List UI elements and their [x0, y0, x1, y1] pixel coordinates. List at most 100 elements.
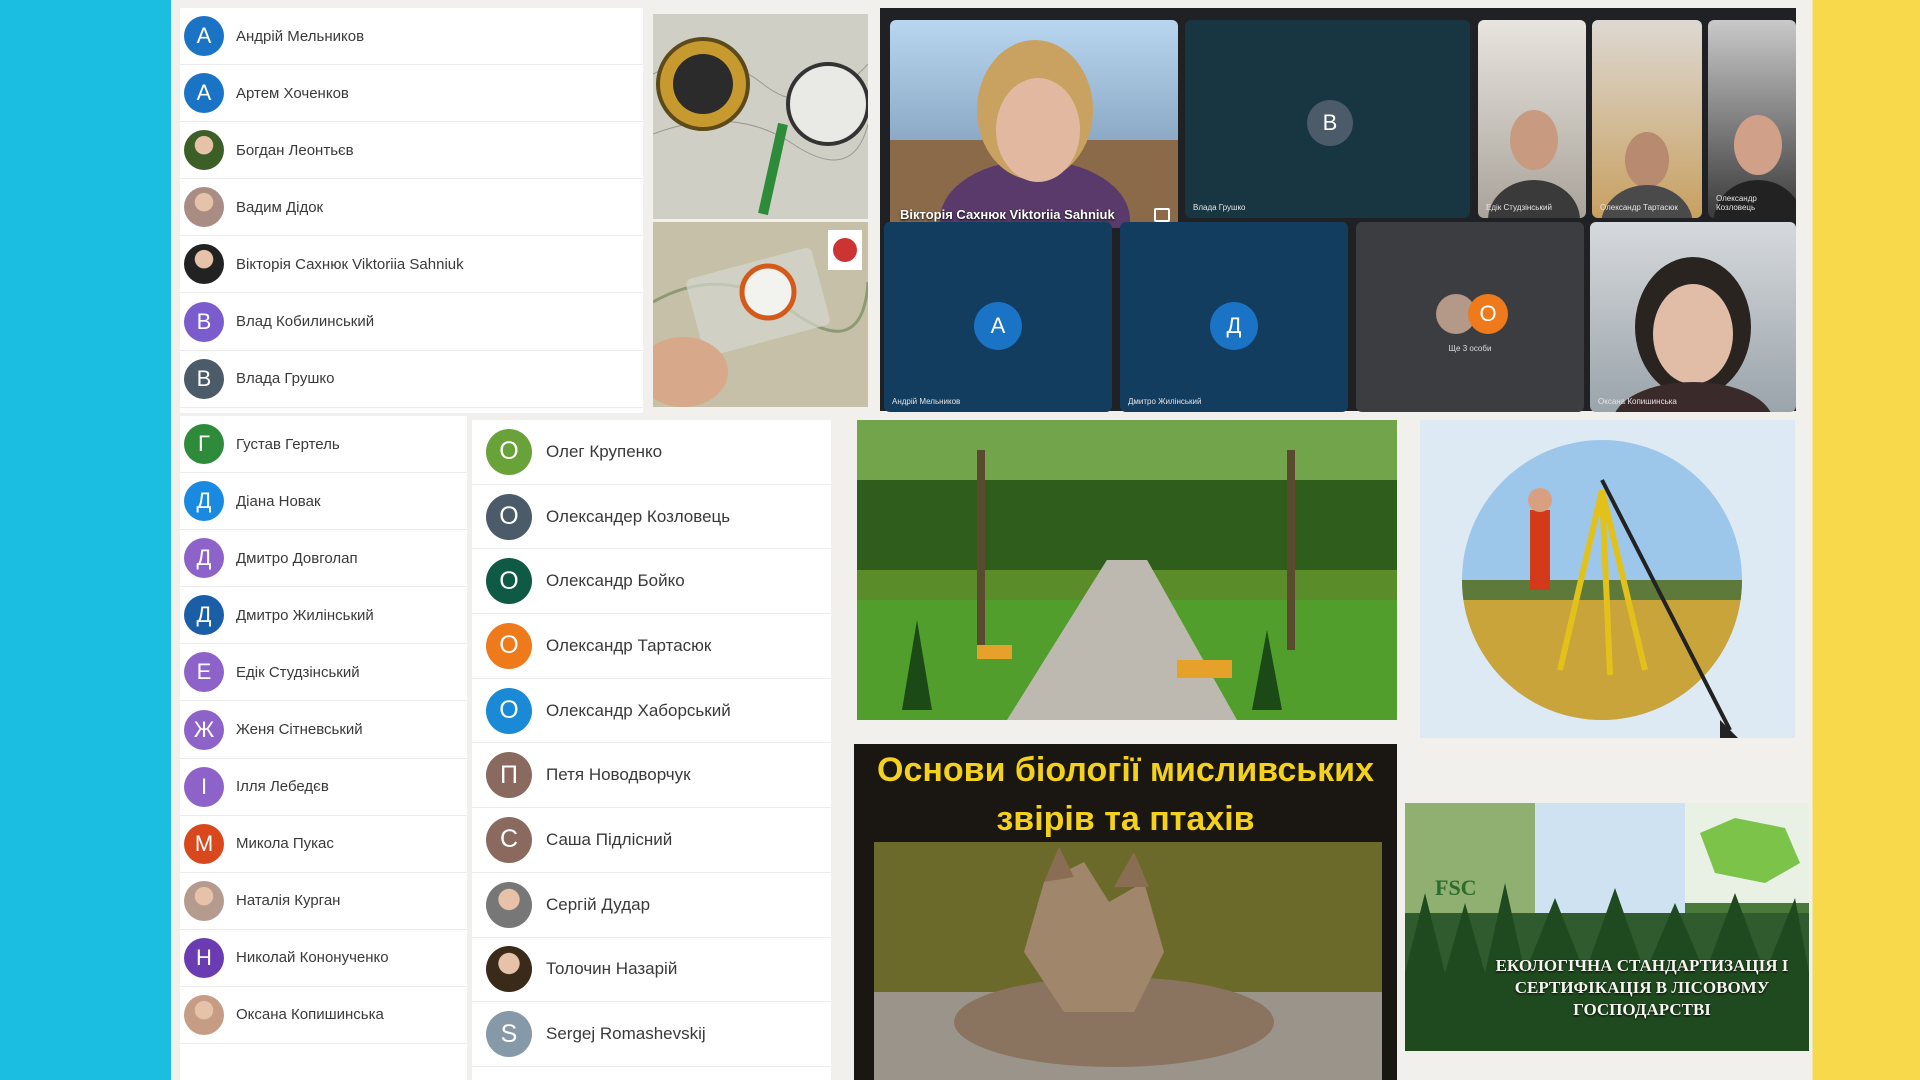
participant-name: Олександр Бойко: [546, 571, 685, 591]
participant-row[interactable]: Толочин Назарій: [472, 937, 831, 1003]
avatar-photo: [184, 244, 224, 285]
participant-row[interactable]: Г Густав Гертель: [180, 416, 467, 474]
avatar-photo: [184, 187, 224, 228]
participant-row[interactable]: Д Дмитро Жилінський: [180, 587, 467, 645]
avatar-initial: О: [486, 493, 532, 540]
participant-row[interactable]: Оксана Копишинська: [180, 986, 467, 1045]
avatar-photo: [486, 881, 532, 928]
participant-row[interactable]: Е Едік Студзінський: [180, 644, 467, 702]
participant-name: Богдан Леонтьєв: [236, 141, 354, 159]
participant-name: Влада Грушко: [236, 370, 335, 388]
avatar-initial: Д: [184, 481, 224, 522]
avatar-initial: Г: [184, 424, 224, 465]
participant-row[interactable]: С Саша Підлісний: [472, 808, 831, 873]
avatar-initial: Е: [184, 652, 224, 693]
participant-row[interactable]: І Ілля Лебедєв: [180, 758, 467, 816]
participant-row[interactable]: Вадим Дідок: [180, 179, 643, 237]
participant-name: Дмитро Довголап: [236, 549, 358, 567]
participant-row[interactable]: Ж Женя Сітневський: [180, 701, 467, 759]
video-meeting-grid: Вікторія Сахнюк Viktoriia Sahniuk В Влад…: [880, 8, 1796, 412]
compass-map-image: [653, 14, 868, 219]
participant-name: Олександр Хаборський: [546, 700, 731, 720]
avatar-initial: О: [486, 558, 532, 605]
fsc-banner-title: ЕКОЛОГІЧНА СТАНДАРТИЗАЦІЯ І СЕРТИФІКАЦІЯ…: [1495, 956, 1789, 1019]
avatar-initial: А: [974, 302, 1022, 350]
participant-row[interactable]: Сергій Дудар: [472, 872, 831, 938]
avatar-initial: П: [486, 752, 532, 799]
participant-name: Андрій Мельников: [236, 27, 365, 45]
participant-row[interactable]: П Петя Новодворчук: [472, 743, 831, 809]
participant-name: Едік Студзінський: [236, 663, 360, 681]
avatar-initial: О: [486, 687, 532, 734]
surveyor-image: [1420, 420, 1795, 738]
avatar-initial: Д: [1210, 302, 1258, 350]
video-tile-oksana[interactable]: Оксана Копишинська: [1590, 222, 1796, 412]
avatar-initial: О: [486, 428, 532, 475]
video-tile-andrii[interactable]: А Андрій Мельников: [884, 222, 1112, 412]
avatar-initial: А: [184, 73, 224, 114]
video-tile-main-speaker[interactable]: Вікторія Сахнюк Viktoriia Sahniuk: [890, 20, 1178, 228]
participant-name: Олег Крупенко: [546, 441, 663, 461]
participant-name: Дмитро Жилінський: [236, 606, 374, 624]
avatar-photo: [184, 994, 224, 1035]
video-tile-others[interactable]: О Ще 3 особи: [1356, 222, 1584, 412]
compass-hand-image: [653, 222, 868, 407]
participant-row[interactable]: В Влад Кобилинський: [180, 293, 643, 351]
avatar-initial: О: [486, 622, 532, 669]
participant-name: Вадим Дідок: [236, 198, 324, 216]
avatar-photo: [184, 880, 224, 921]
participant-name: Николай Кононученко: [236, 949, 389, 967]
participant-row[interactable]: О Олександр Бойко: [472, 549, 831, 615]
participant-row[interactable]: Богдан Леонтьєв: [180, 122, 643, 180]
participant-name: Sergej Romashevskij: [546, 1024, 706, 1044]
participant-row[interactable]: В Влада Грушко: [180, 350, 643, 408]
park-alley-image: [857, 420, 1397, 720]
avatar-initial: Д: [184, 538, 224, 579]
participant-row[interactable]: Наталія Курган: [180, 872, 467, 930]
avatar-initial: Д: [184, 595, 224, 636]
participant-row[interactable]: S Sergej Romashevskij: [472, 1002, 831, 1067]
participant-row[interactable]: О Олександер Козловець: [472, 484, 831, 550]
participant-row[interactable]: Д Дмитро Довголап: [180, 530, 467, 588]
others-count-label: Ще 3 особи: [1448, 344, 1492, 353]
course-banner: Основи біології мисливських звірів та пт…: [854, 744, 1397, 1080]
avatar-photo: [184, 130, 224, 171]
video-tile-tartasyuk[interactable]: Олександр Тартасюк: [1592, 20, 1702, 218]
participant-name: Артем Хоченков: [236, 84, 349, 102]
avatar-initial: О: [1468, 294, 1508, 334]
participant-row[interactable]: А Андрій Мельников: [180, 8, 643, 66]
participant-name: Діана Новак: [236, 492, 321, 510]
participant-name: Толочин Назарій: [546, 959, 678, 979]
participant-name: Наталія Курган: [236, 892, 341, 910]
participant-row[interactable]: А Артем Хоченков: [180, 65, 643, 123]
fsc-certification-banner: FSC ЕКОЛОГІЧНА СТАНДАРТИЗАЦІЯ І СЕРТИФІК…: [1405, 803, 1809, 1051]
participant-name: Саша Підлісний: [546, 829, 673, 849]
tile-label: Олександр Козловець: [1716, 194, 1757, 212]
video-tile-dmytro[interactable]: Д Дмитро Жилінський: [1120, 222, 1348, 412]
participant-name: Вікторія Сахнюк Viktoriia Sahniuk: [236, 255, 464, 273]
participant-row[interactable]: О Олександр Тартасюк: [472, 614, 831, 679]
participant-row[interactable]: Вікторія Сахнюк Viktoriia Sahniuk: [180, 236, 643, 294]
screen-share-icon: [1154, 208, 1170, 222]
participant-name: Сергій Дудар: [546, 894, 651, 914]
avatar-initial: А: [184, 16, 224, 57]
video-tile-edik[interactable]: Едік Студзінський: [1478, 20, 1586, 218]
tile-label: Оксана Копишинська: [1598, 397, 1677, 406]
video-tile-kozlovets[interactable]: Олександр Козловець: [1708, 20, 1796, 218]
participant-name: Густав Гертель: [236, 435, 340, 453]
avatar-initial: І: [184, 766, 224, 807]
course-banner-title: Основи біології мисливських звірів та пт…: [877, 751, 1374, 838]
participant-row[interactable]: О Олександр Хаборський: [472, 678, 831, 744]
participant-row[interactable]: О Олег Крупенко: [472, 420, 831, 485]
tile-label: Влада Грушко: [1193, 203, 1246, 212]
avatar-initial: В: [184, 301, 224, 342]
participant-name: Олександр Тартасюк: [546, 635, 712, 655]
avatar-initial: Ж: [184, 709, 224, 750]
participant-name: Олександер Козловець: [546, 506, 731, 526]
participant-row[interactable]: Д Діана Новак: [180, 473, 467, 531]
avatar-initial: Н: [184, 937, 224, 978]
avatar-initial: В: [184, 358, 224, 399]
video-tile-vlada[interactable]: В Влада Грушко: [1185, 20, 1470, 218]
participant-row[interactable]: Н Николай Кононученко: [180, 929, 467, 987]
participant-row[interactable]: М Микола Пукас: [180, 815, 467, 873]
